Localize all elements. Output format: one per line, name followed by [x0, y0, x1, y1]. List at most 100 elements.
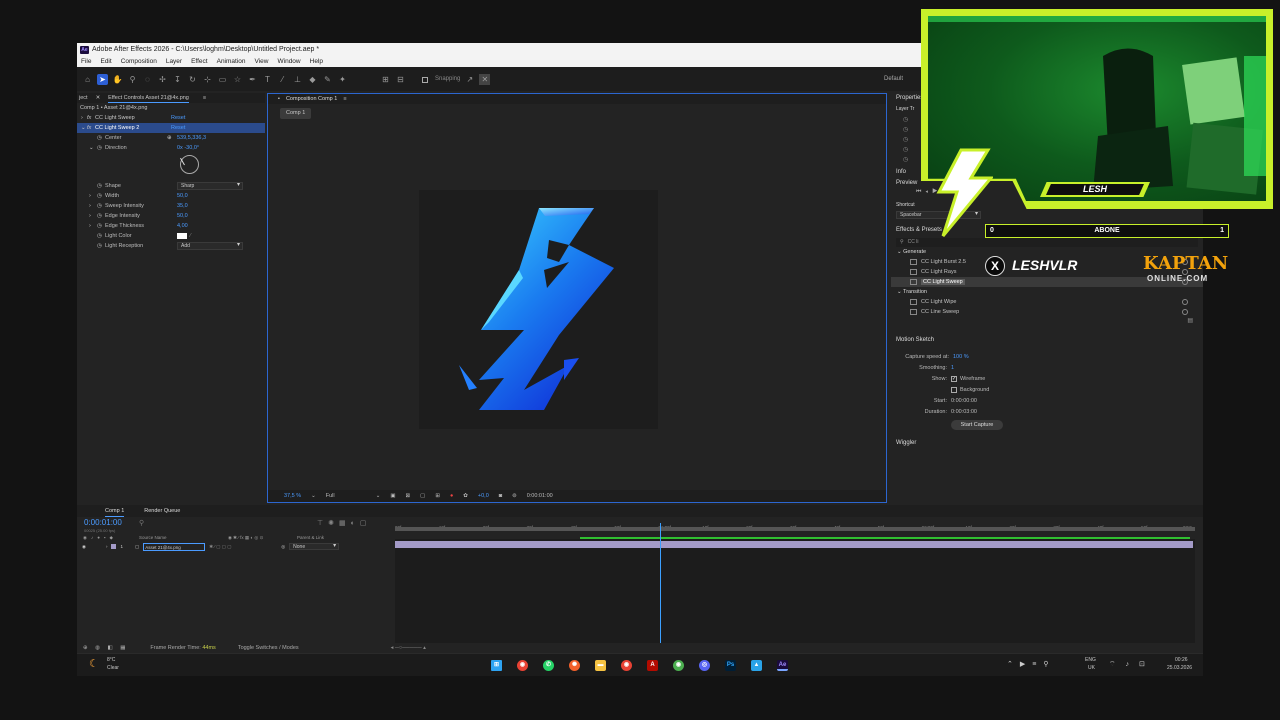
- pan-tool-icon[interactable]: ✢: [157, 74, 168, 85]
- chevron-down-icon[interactable]: ⌄: [376, 490, 381, 502]
- stopwatch-icon[interactable]: ◷: [97, 221, 105, 231]
- smoothing-value[interactable]: 1: [951, 363, 954, 374]
- expand-arrow-icon[interactable]: ›: [89, 211, 97, 221]
- color-swatch[interactable]: [177, 233, 187, 239]
- menu-file[interactable]: File: [81, 56, 91, 67]
- parent-dropdown[interactable]: None: [289, 543, 340, 550]
- stopwatch-icon[interactable]: ◷: [97, 181, 105, 191]
- shape-dropdown[interactable]: Sharp: [177, 182, 243, 190]
- distribute-icon[interactable]: ⊟: [395, 74, 406, 85]
- star-tool-icon[interactable]: ☆: [232, 74, 243, 85]
- wiggler-header[interactable]: Wiggler: [891, 438, 1203, 449]
- menu-view[interactable]: View: [255, 56, 269, 67]
- file-explorer-icon[interactable]: ▬: [595, 660, 606, 671]
- expand-arrow-icon[interactable]: ›: [89, 221, 97, 231]
- reset-link[interactable]: Reset: [171, 113, 185, 123]
- acrobat-icon[interactable]: A: [647, 660, 658, 671]
- wireframe-checkbox[interactable]: ✓: [951, 376, 957, 382]
- region-of-interest-icon[interactable]: ▣: [390, 490, 395, 502]
- tab-render-queue[interactable]: Render Queue: [144, 505, 180, 517]
- tray-icons[interactable]: ⌃▶≡⚲: [1007, 660, 1055, 668]
- param-center[interactable]: ◷ Center ⊕ 539,5,336,3: [77, 133, 265, 143]
- clock-time[interactable]: 00:26: [1175, 657, 1188, 663]
- timeline-search-icon[interactable]: ⚲: [139, 519, 144, 527]
- collapse-arrow-icon[interactable]: ⌄: [89, 143, 97, 153]
- start-capture-button[interactable]: Start Capture: [951, 420, 1003, 430]
- first-frame-icon[interactable]: ⏮: [916, 189, 925, 195]
- stopwatch-icon[interactable]: ◷: [97, 231, 105, 241]
- brush-tool-icon[interactable]: ⁄: [277, 74, 288, 85]
- discord-icon[interactable]: ◎: [699, 660, 710, 671]
- param-edge-intensity[interactable]: › ◷ Edge Intensity 50,0: [77, 211, 265, 221]
- workspace-label[interactable]: Default: [884, 76, 903, 82]
- zoom-tool-icon[interactable]: ⚲: [127, 74, 138, 85]
- panel-menu-icon[interactable]: ≡: [203, 93, 206, 103]
- stopwatch-icon[interactable]: ◷: [97, 143, 105, 153]
- tab-comp-1[interactable]: Comp 1: [105, 505, 125, 517]
- rotation-tool-icon[interactable]: ↻: [187, 74, 198, 85]
- zoom-slider[interactable]: ◂ ─○───── ▴: [391, 643, 426, 653]
- chrome-third-icon[interactable]: ◉: [673, 660, 684, 671]
- anchor-tool-icon[interactable]: ⊹: [202, 74, 213, 85]
- work-area-bar[interactable]: [395, 527, 1195, 531]
- layer-row[interactable]: ◉ › 1 ▢ Asset 21@4x.png ✱ ⁄ ▢ ▢ ▢ ◎ None: [77, 543, 395, 551]
- visibility-icon[interactable]: ◉: [82, 543, 86, 551]
- layer-duration-bar[interactable]: [395, 541, 1193, 548]
- tab-project[interactable]: ject: [79, 93, 88, 103]
- home-icon[interactable]: ⌂: [82, 74, 93, 85]
- expand-arrow-icon[interactable]: ›: [89, 201, 97, 211]
- lang-label[interactable]: ENG: [1085, 657, 1096, 663]
- background-checkbox[interactable]: [951, 387, 957, 393]
- motion-blur-icon[interactable]: ◐: [351, 520, 360, 527]
- timeline-track-area[interactable]: [395, 523, 1195, 653]
- effect-preset-item[interactable]: CC Line Sweep: [891, 307, 1203, 317]
- close-icon[interactable]: ✕: [96, 93, 101, 103]
- solo-icon[interactable]: ●: [97, 535, 100, 543]
- photoshop-icon[interactable]: Ps: [725, 660, 736, 671]
- chrome-icon[interactable]: ◉: [517, 660, 528, 671]
- menu-edit[interactable]: Edit: [100, 56, 111, 67]
- toggle-switches-modes[interactable]: Toggle Switches / Modes: [238, 643, 299, 653]
- menu-layer[interactable]: Layer: [166, 56, 182, 67]
- stopwatch-icon[interactable]: ◷: [97, 201, 105, 211]
- dolly-tool-icon[interactable]: ↧: [172, 74, 183, 85]
- grid-icon[interactable]: ⊞: [435, 490, 440, 502]
- timeline-timecode[interactable]: 0:00:01:00: [84, 518, 122, 527]
- effect-preset-item[interactable]: CC Light Wipe: [891, 297, 1203, 307]
- after-effects-taskbar-icon[interactable]: Ae: [777, 660, 788, 671]
- lock-icon[interactable]: ▪: [278, 94, 280, 104]
- media-app-icon[interactable]: ✺: [569, 660, 580, 671]
- exposure-value[interactable]: +0,0: [478, 490, 489, 502]
- lock-icon[interactable]: ▪: [104, 535, 106, 543]
- whatsapp-icon[interactable]: ✆: [543, 660, 554, 671]
- parent-link-header[interactable]: Parent & Link: [297, 535, 324, 543]
- param-light-color[interactable]: ◷ Light Color ⁄: [77, 231, 265, 241]
- info-icon[interactable]: [1182, 299, 1188, 305]
- menu-help[interactable]: Help: [310, 56, 323, 67]
- source-name-header[interactable]: Source Name: [139, 535, 224, 543]
- fx-icon[interactable]: fx: [87, 123, 95, 133]
- graph-editor-icon[interactable]: ▢: [360, 520, 372, 527]
- snapshot-icon[interactable]: ◙: [499, 490, 502, 502]
- mask-visibility-icon[interactable]: ▢: [420, 490, 425, 502]
- puppet-pin-icon[interactable]: ✦: [337, 74, 348, 85]
- color-settings-icon[interactable]: ✿: [463, 490, 468, 502]
- light-reception-dropdown[interactable]: Add: [177, 242, 243, 250]
- paint-icon[interactable]: ▲: [751, 660, 762, 671]
- align-icon[interactable]: ⊞: [380, 74, 391, 85]
- selection-tool-icon[interactable]: ➤: [97, 73, 108, 85]
- panel-menu-icon[interactable]: ≡: [343, 94, 346, 104]
- channel-icon[interactable]: ●: [450, 490, 453, 502]
- zoom-value[interactable]: 37,5 %: [284, 490, 301, 502]
- pick-whip-icon[interactable]: ◎: [281, 543, 285, 551]
- param-width[interactable]: › ◷ Width 50,0: [77, 191, 265, 201]
- tab-effect-controls[interactable]: Effect Controls Asset 21@4x.png: [108, 93, 189, 103]
- snap-options-icon[interactable]: ↗: [464, 74, 475, 85]
- clone-stamp-icon[interactable]: ⊥: [292, 74, 303, 85]
- composition-canvas[interactable]: [419, 190, 658, 429]
- capture-speed-value[interactable]: 100 %: [953, 352, 969, 363]
- expand-arrow-icon[interactable]: ›: [89, 191, 97, 201]
- label-color-swatch[interactable]: [111, 544, 117, 549]
- eyedropper-icon[interactable]: ⁄: [190, 231, 191, 241]
- effect-row-light-sweep-2[interactable]: ⌄ fx CC Light Sweep 2 Reset: [77, 123, 265, 133]
